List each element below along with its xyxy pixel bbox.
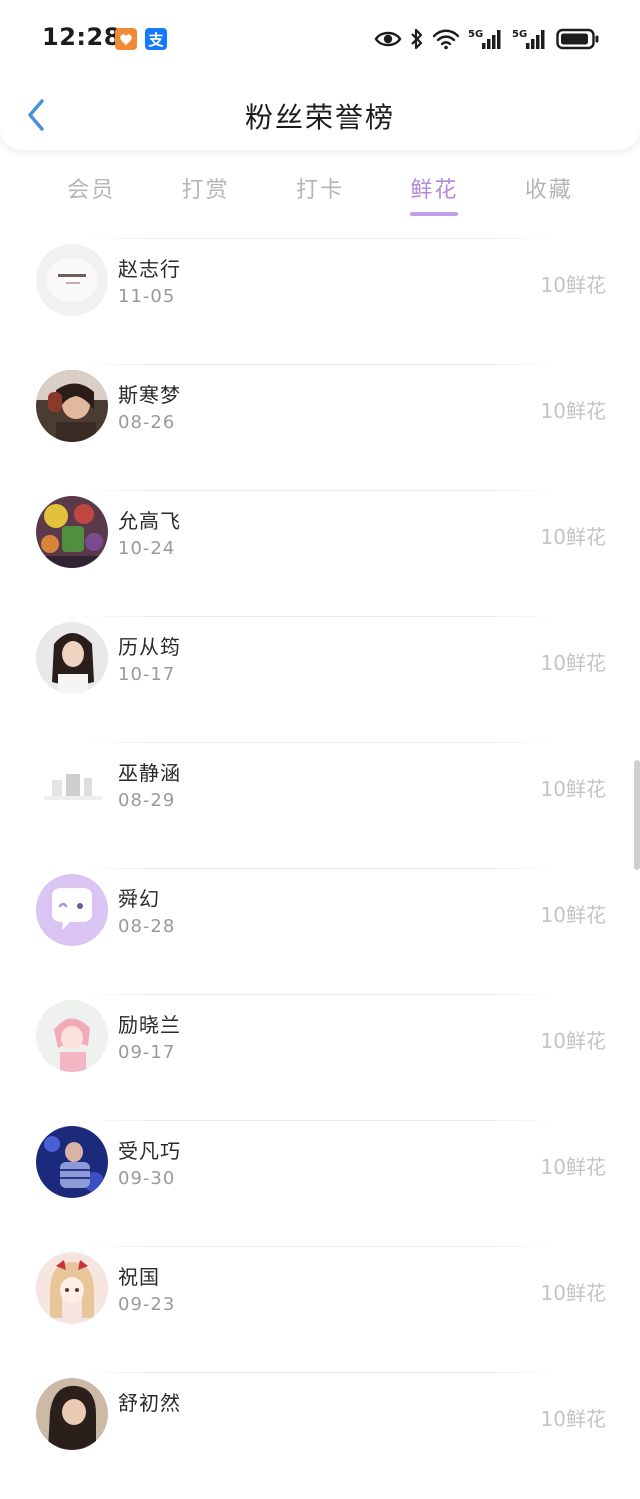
- flower-count: 10鲜花: [540, 525, 606, 549]
- flower-count: 10鲜花: [540, 1407, 606, 1431]
- battery-icon: [556, 28, 599, 50]
- tab-favorites[interactable]: 收藏: [492, 160, 606, 220]
- fan-date: 10-17: [118, 664, 176, 685]
- list-item[interactable]: 励晓兰 09-17 10鲜花: [0, 995, 640, 1121]
- flower-count: 10鲜花: [540, 1155, 606, 1179]
- flower-count: 10鲜花: [540, 399, 606, 423]
- alipay-icon: 支: [145, 28, 167, 50]
- eye-icon: [374, 31, 402, 47]
- avatar: [36, 748, 108, 820]
- scrollbar-thumb[interactable]: [634, 760, 640, 870]
- list-item[interactable]: 历从筠 10-17 10鲜花: [0, 617, 640, 743]
- avatar: [36, 496, 108, 568]
- avatar: [36, 1126, 108, 1198]
- bluetooth-icon: [411, 28, 423, 50]
- status-bar: 12:28 支 5G 5G: [0, 0, 640, 78]
- fan-date: 11-05: [118, 286, 176, 307]
- svg-text:支: 支: [147, 31, 164, 49]
- wifi-icon: [432, 29, 460, 50]
- avatar: [36, 370, 108, 442]
- list-item[interactable]: 舒初然 10鲜花: [0, 1373, 640, 1499]
- flower-count: 10鲜花: [540, 651, 606, 675]
- flower-count: 10鲜花: [540, 903, 606, 927]
- list-item[interactable]: 允高飞 10-24 10鲜花: [0, 491, 640, 617]
- avatar: [36, 1252, 108, 1324]
- list-item[interactable]: 巫静涵 08-29 10鲜花: [0, 743, 640, 869]
- fan-name: 舒初然: [118, 1391, 181, 1415]
- avatar: [36, 1000, 108, 1072]
- system-indicators: 5G 5G: [374, 26, 600, 52]
- flower-count: 10鲜花: [540, 273, 606, 297]
- list-item[interactable]: 舜幻 08-28 10鲜花: [0, 869, 640, 995]
- page-title: 粉丝荣誉榜: [244, 101, 395, 134]
- avatar: [36, 622, 108, 694]
- tab-tips[interactable]: 打赏: [148, 160, 262, 220]
- fan-name: 祝国: [118, 1265, 160, 1289]
- signal-5g-icon: 5G: [512, 29, 545, 49]
- fan-name: 巫静涵: [118, 761, 181, 785]
- fan-name: 斯寒梦: [118, 383, 181, 407]
- list-item[interactable]: 祝国 09-23 10鲜花: [0, 1247, 640, 1373]
- status-time: 12:28: [42, 23, 121, 51]
- fan-name: 允高飞: [118, 509, 181, 533]
- list-item[interactable]: 斯寒梦 08-26 10鲜花: [0, 365, 640, 491]
- fan-date: 08-29: [118, 790, 176, 811]
- list-item[interactable]: 受凡巧 09-30 10鲜花: [0, 1121, 640, 1247]
- svg-text:5G: 5G: [468, 29, 483, 40]
- fan-date: 09-17: [118, 1042, 176, 1063]
- tab-members[interactable]: 会员: [34, 160, 148, 220]
- avatar: [36, 874, 108, 946]
- tab-checkin[interactable]: 打卡: [263, 160, 377, 220]
- flower-count: 10鲜花: [540, 1029, 606, 1053]
- svg-text:5G: 5G: [512, 29, 527, 40]
- fan-date: 10-24: [118, 538, 176, 559]
- fan-date: 09-23: [118, 1294, 176, 1315]
- fan-ranking-list: 赵志行 11-05 10鲜花 斯寒梦 08-26 10鲜花 允高飞 10-24 …: [0, 238, 640, 1499]
- avatar: [36, 244, 108, 316]
- fan-name: 受凡巧: [118, 1139, 181, 1163]
- fan-name: 历从筠: [118, 635, 181, 659]
- flower-count: 10鲜花: [540, 777, 606, 801]
- shopping-app-icon: [115, 28, 137, 50]
- fan-date: 08-26: [118, 412, 176, 433]
- fan-date: 09-30: [118, 1168, 176, 1189]
- fan-date: 08-28: [118, 916, 176, 937]
- fan-name: 舜幻: [118, 887, 160, 911]
- avatar: [36, 1378, 108, 1450]
- signal-5g-icon: 5G: [468, 29, 501, 49]
- category-tabs: 会员 打赏 打卡 鲜花 收藏: [34, 160, 606, 220]
- fan-name: 励晓兰: [118, 1013, 181, 1037]
- tab-flowers[interactable]: 鲜花: [377, 160, 491, 220]
- flower-count: 10鲜花: [540, 1281, 606, 1305]
- list-item[interactable]: 赵志行 11-05 10鲜花: [0, 239, 640, 365]
- fan-name: 赵志行: [118, 257, 181, 281]
